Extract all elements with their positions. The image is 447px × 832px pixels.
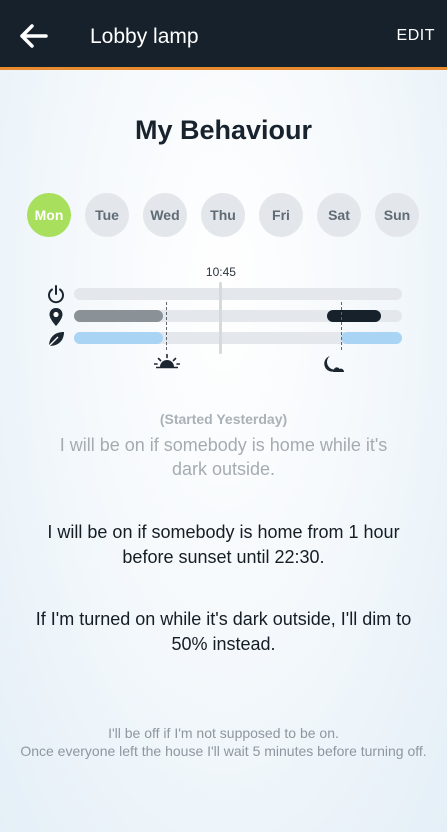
leaf-icon bbox=[48, 332, 64, 347]
day-mon[interactable]: Mon bbox=[27, 193, 71, 237]
day-sun[interactable]: Sun bbox=[375, 193, 419, 237]
dimming-description: If I'm turned on while it's dark outside… bbox=[35, 609, 412, 654]
day-label: Thu bbox=[210, 207, 236, 223]
previous-behaviour-text: I will be on if somebody is home while i… bbox=[59, 435, 388, 479]
power-icon bbox=[48, 285, 64, 304]
day-wed[interactable]: Wed bbox=[143, 193, 187, 237]
behaviour-description: I will be on if somebody is home from 1 … bbox=[47, 522, 400, 567]
day-label: Fri bbox=[272, 207, 290, 223]
footer-line: Once everyone left the house I'll wait 5… bbox=[20, 743, 427, 759]
sunset-marker-line bbox=[340, 302, 342, 350]
day-label: Mon bbox=[34, 207, 64, 223]
day-fri[interactable]: Fri bbox=[259, 193, 303, 237]
location-pin-icon bbox=[49, 308, 63, 326]
back-button[interactable] bbox=[14, 18, 54, 54]
current-time-indicator bbox=[219, 282, 223, 354]
presence-segment bbox=[326, 310, 382, 322]
power-track bbox=[74, 288, 402, 300]
behaviour-heading: My Behaviour bbox=[134, 115, 313, 145]
page-title: Lobby lamp bbox=[90, 25, 199, 48]
presence-track bbox=[74, 310, 402, 322]
day-sat[interactable]: Sat bbox=[317, 193, 361, 237]
previous-behaviour-status: (Started Yesterday) bbox=[159, 411, 288, 427]
day-thu[interactable]: Thu bbox=[201, 193, 245, 237]
day-label: Wed bbox=[150, 207, 180, 223]
moon-icon bbox=[324, 356, 344, 372]
footer-line: I'll be off if I'm not supposed to be on… bbox=[108, 725, 339, 741]
day-label: Tue bbox=[95, 207, 119, 223]
footer-note: I'll be off if I'm not supposed to be on… bbox=[20, 724, 427, 760]
current-time-label: 10:45 bbox=[205, 265, 236, 279]
arrow-left-icon bbox=[20, 24, 48, 48]
top-app-bar: Lobby lamp EDIT bbox=[0, 0, 447, 70]
sunrise-marker-line bbox=[166, 302, 168, 350]
daylight-track bbox=[74, 332, 402, 344]
daylight-segment bbox=[340, 332, 402, 344]
presence-segment bbox=[74, 310, 163, 322]
day-tue[interactable]: Tue bbox=[85, 193, 129, 237]
edit-button[interactable]: EDIT bbox=[397, 27, 435, 45]
day-label: Sun bbox=[383, 207, 411, 223]
daylight-segment bbox=[74, 332, 163, 344]
day-label: Sat bbox=[328, 207, 350, 223]
day-selector: Mon Tue Wed Thu Fri Sat Sun bbox=[27, 193, 423, 237]
sunrise-icon bbox=[154, 354, 180, 369]
schedule-timeline bbox=[0, 280, 447, 380]
